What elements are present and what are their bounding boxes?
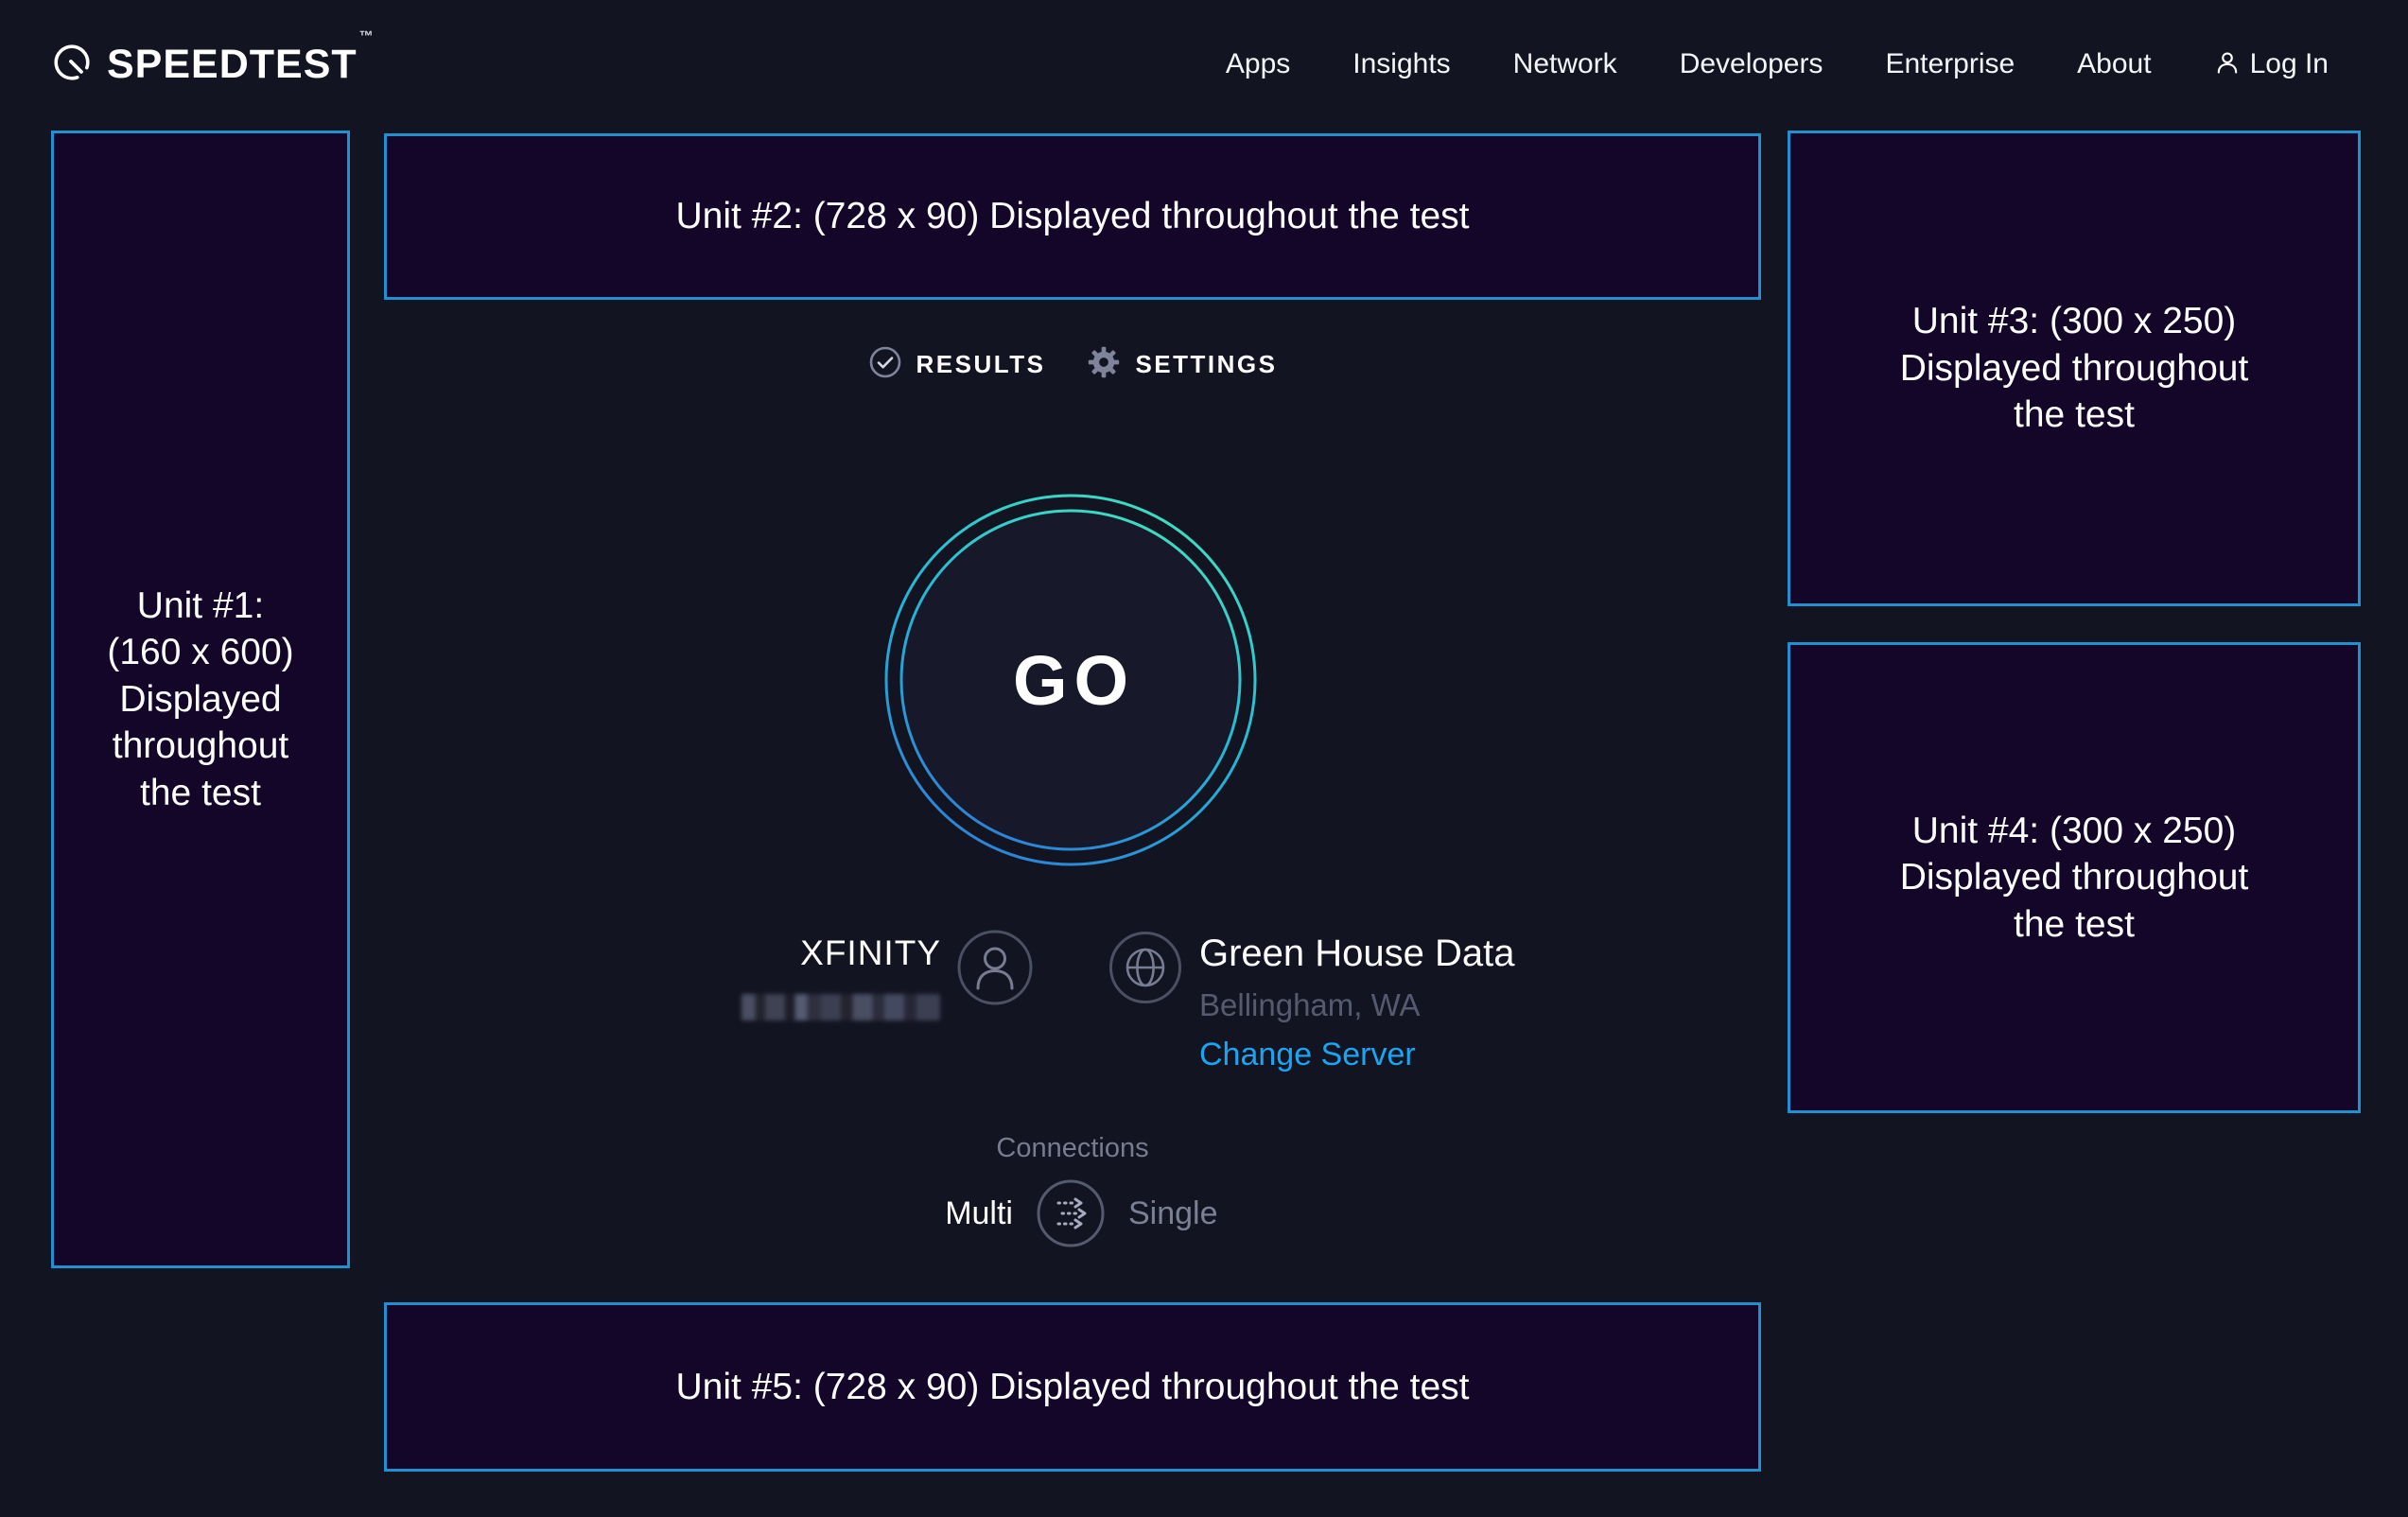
trademark-mark: ™: [359, 28, 375, 44]
connections-option-single[interactable]: Single: [1128, 1194, 1218, 1232]
server-globe-icon[interactable]: [1108, 930, 1183, 1010]
results-settings-tabs: RESULTS: [384, 342, 1761, 386]
login-button[interactable]: Log In: [2214, 48, 2329, 80]
isp-person-circle-icon[interactable]: [955, 928, 1035, 1012]
person-icon: [2214, 49, 2241, 80]
login-label: Log In: [2250, 48, 2329, 80]
gear-icon: [1087, 345, 1121, 384]
go-button[interactable]: GO: [881, 491, 1260, 869]
go-label: GO: [881, 491, 1260, 869]
connections-label: Connections: [384, 1133, 1761, 1164]
logo-wordmark: SPEEDTEST™: [107, 42, 373, 88]
tab-settings-label: SETTINGS: [1135, 350, 1277, 379]
ad-unit-3-rectangle[interactable]: Unit #3: (300 x 250) Displayed throughou…: [1788, 131, 2361, 606]
nav-item-network[interactable]: Network: [1513, 48, 1617, 80]
check-circle-icon: [868, 345, 902, 384]
server-name: Green House Data: [1199, 933, 1515, 974]
connections-option-multi[interactable]: Multi: [945, 1194, 1013, 1232]
ad-unit-1-skyscraper[interactable]: Unit #1: (160 x 600) Displayed throughou…: [51, 131, 350, 1268]
ad-unit-4-rectangle[interactable]: Unit #4: (300 x 250) Displayed throughou…: [1788, 642, 2361, 1113]
server-location: Bellingham, WA: [1199, 989, 1421, 1020]
nav-item-developers[interactable]: Developers: [1680, 48, 1823, 80]
ad-unit-5-leaderboard[interactable]: Unit #5: (728 x 90) Displayed throughout…: [384, 1302, 1761, 1472]
speedtest-page: SPEEDTEST™ Apps Insights Network Develop…: [0, 0, 2408, 1517]
main-navigation: Apps Insights Network Developers Enterpr…: [1226, 48, 2329, 80]
nav-item-enterprise[interactable]: Enterprise: [1885, 48, 2015, 80]
redacted-ip-address: [742, 994, 940, 1020]
speedometer-icon: [52, 43, 92, 87]
nav-item-apps[interactable]: Apps: [1226, 48, 1290, 80]
multi-connection-toggle-icon[interactable]: [1036, 1178, 1106, 1253]
nav-item-insights[interactable]: Insights: [1352, 48, 1450, 80]
tab-results-label: RESULTS: [916, 350, 1046, 379]
speedtest-logo[interactable]: SPEEDTEST™: [52, 42, 373, 88]
nav-item-about[interactable]: About: [2077, 48, 2151, 80]
top-nav-bar: SPEEDTEST™ Apps Insights Network Develop…: [52, 0, 2329, 129]
tab-results[interactable]: RESULTS: [868, 345, 1046, 384]
tab-settings[interactable]: SETTINGS: [1087, 345, 1277, 384]
isp-name: XFINITY: [567, 933, 941, 974]
ad-unit-2-leaderboard[interactable]: Unit #2: (728 x 90) Displayed throughout…: [384, 133, 1761, 300]
change-server-link[interactable]: Change Server: [1199, 1038, 1416, 1071]
